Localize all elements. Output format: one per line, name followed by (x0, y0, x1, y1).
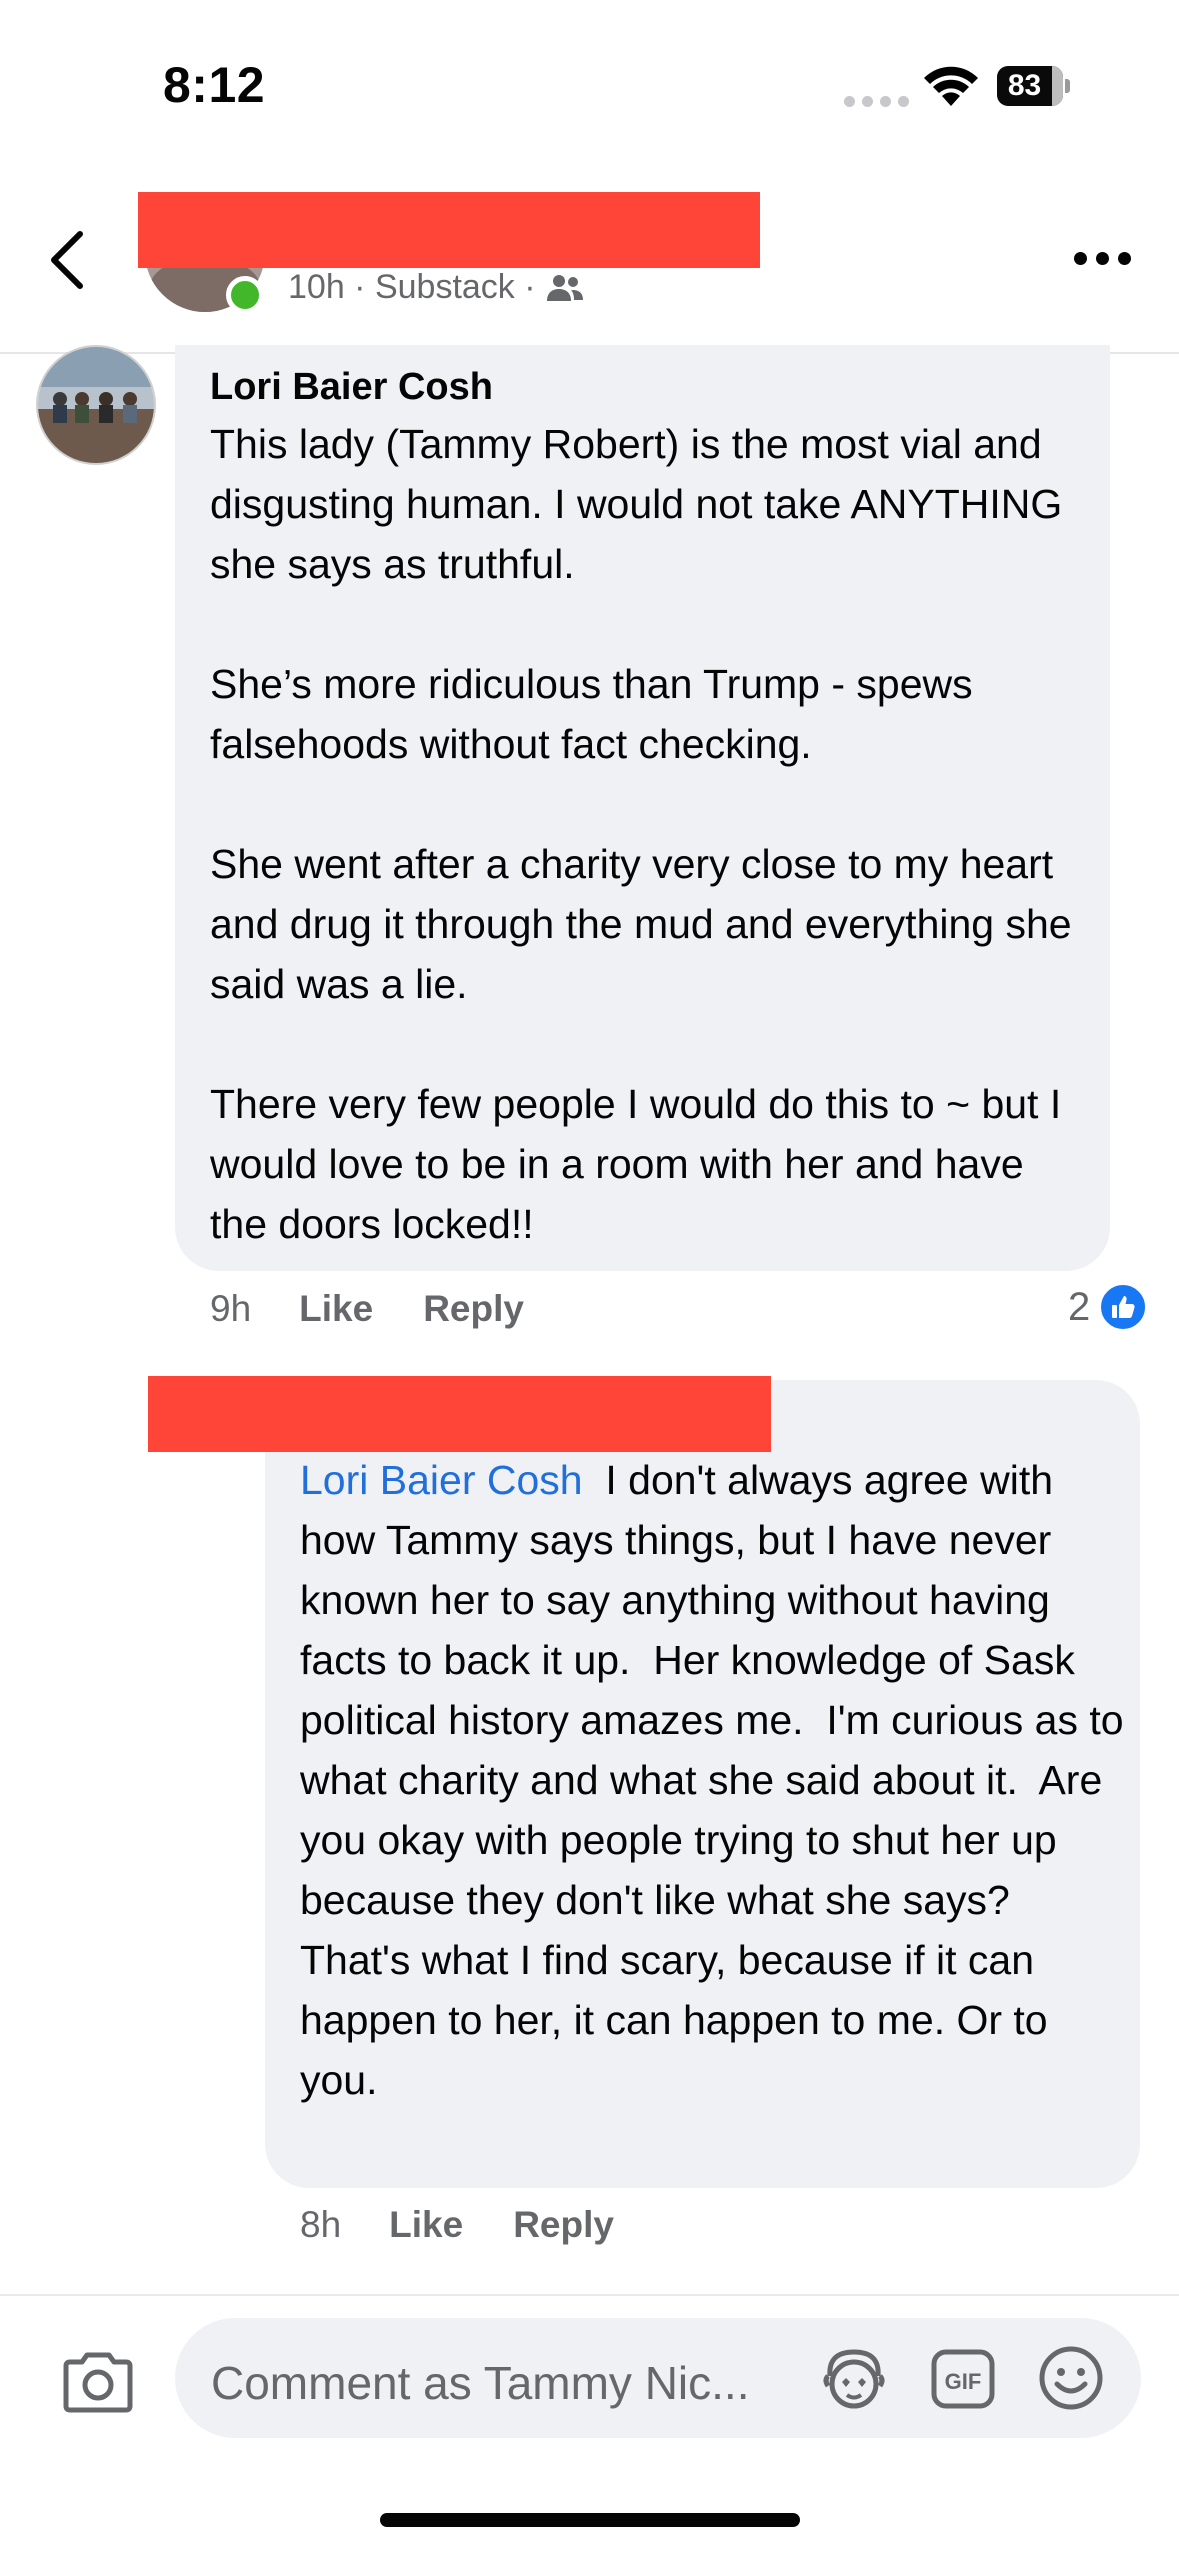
reply-timestamp: 8h (300, 2204, 342, 2245)
status-time: 8:12 (163, 57, 266, 113)
post-meta-text: 10h · Substack · (288, 268, 536, 306)
reply-like-button[interactable]: Like (389, 2204, 463, 2246)
comment-input[interactable]: Comment as Tammy Nic... GIF (175, 2318, 1141, 2438)
reply-text: Lori Baier Cosh I don't always agree wit… (300, 1450, 1130, 2110)
reply-button[interactable]: Reply (423, 1288, 524, 1330)
more-options-icon[interactable] (1074, 252, 1131, 265)
reply-body: I don't always agree with how Tammy says… (300, 1457, 1135, 2103)
reaction-count: 2 (1068, 1284, 1091, 1329)
mention-link[interactable]: Lori Baier Cosh (300, 1457, 583, 1503)
friends-audience-icon (546, 274, 583, 301)
comment-text: This lady (Tammy Robert) is the most via… (210, 421, 1072, 1247)
battery-level: 83 (1007, 69, 1042, 102)
reaction-summary[interactable]: 2 (1068, 1282, 1149, 1332)
battery-icon: 83 (997, 66, 1070, 106)
comment-author[interactable]: Lori Baier Cosh (210, 366, 493, 409)
post-meta: 10h · Substack · (288, 268, 584, 307)
avatar-sticker-icon[interactable] (820, 2346, 888, 2410)
redacted-poster-name (138, 192, 760, 268)
home-indicator[interactable] (380, 2513, 800, 2527)
comment-placeholder: Comment as Tammy Nic... (211, 2357, 750, 2409)
like-button[interactable]: Like (299, 1288, 373, 1330)
gif-icon[interactable]: GIF (930, 2348, 996, 2410)
commenter-avatar[interactable] (36, 345, 156, 465)
comment-actions: 9h Like Reply (210, 1288, 574, 1330)
redacted-reply-author (148, 1376, 771, 1452)
comment-timestamp: 9h (210, 1288, 252, 1329)
back-arrow-icon[interactable] (40, 220, 100, 300)
emoji-icon[interactable] (1037, 2344, 1105, 2412)
wifi-icon (924, 66, 978, 106)
online-status-dot (226, 276, 264, 314)
svg-text:GIF: GIF (945, 2369, 982, 2394)
camera-icon[interactable] (60, 2350, 136, 2414)
reply-actions: 8h Like Reply (300, 2204, 664, 2246)
thumbs-up-icon (1098, 1282, 1149, 1332)
cellular-signal-icon (844, 96, 909, 107)
reply-reply-button[interactable]: Reply (513, 2204, 614, 2246)
